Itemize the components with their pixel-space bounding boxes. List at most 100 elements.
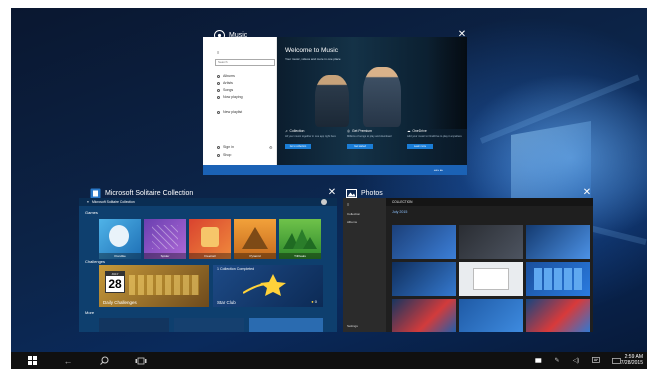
solitaire-more-heading: More [85,310,95,315]
calendar-icon: JULY 28 [105,271,125,293]
photos-nav-albums[interactable]: Albums [347,220,357,224]
go-to-collection-button[interactable]: Go to collection [285,144,311,150]
avatar[interactable] [321,199,327,205]
solitaire-app-bar: ≡ Microsoft Solitaire Collection [79,198,337,206]
photos-month-label: July 2015 [392,210,408,214]
clock-date: 7/28/2015 [620,360,643,367]
star-club-card[interactable]: 1 Collection Completed Star Club ● 0 [213,265,323,307]
more-card[interactable] [249,318,323,332]
music-collection-column: ♫ Collection All your music together in o… [285,129,336,150]
photos-close-icon[interactable]: ✕ [582,188,592,198]
music-nav-sign-in[interactable]: Sign in [217,145,234,149]
desktop-frame: Music ✕ ≡ Search Albums Artists Songs No… [0,0,657,369]
tripeaks-art [283,229,317,249]
pyramid-tile[interactable]: Pyramid [234,219,276,259]
photo-thumbnail[interactable] [459,299,523,332]
songs-icon [217,88,220,92]
solitaire-window-preview[interactable]: ≡ Microsoft Solitaire Collection Games K… [79,198,337,332]
music-nav-albums[interactable]: Albums [217,74,235,78]
star-count: ● 0 [311,299,317,304]
photos-window-preview[interactable]: ≡ Collection Albums Settings COLLECTION … [343,198,593,332]
shop-icon [217,153,220,157]
music-hero-vignette [427,37,467,129]
solitaire-window-title-text: Microsoft Solitaire Collection [105,189,194,197]
star-small-icon: ● [311,299,314,304]
music-hero-artist-photo [315,75,349,127]
artists-icon [217,81,220,85]
gear-icon[interactable]: ⚙ [269,145,273,150]
music-nav-now-playing[interactable]: Now playing [217,95,243,99]
start-tiles-thumbnail-art [534,268,582,290]
learn-more-button[interactable]: Learn more [407,144,433,150]
keyboard-icon[interactable] [611,352,621,369]
spider-tile[interactable]: Spider [144,219,186,259]
volume-icon[interactable]: ◁) [571,352,581,369]
more-card[interactable] [174,318,244,332]
music-nav-artists[interactable]: Artists [217,81,233,85]
photo-thumbnail[interactable] [526,299,590,332]
photo-thumbnail[interactable] [459,225,523,259]
get-started-button[interactable]: Get started [347,144,373,150]
hamburger-icon[interactable]: ≡ [347,202,349,207]
action-center-icon[interactable] [591,352,601,369]
solitaire-challenges-heading: Challenges [85,259,106,264]
daily-challenges-card[interactable]: JULY 28 Daily Challenges [99,265,209,307]
solitaire-games-heading: Games [85,210,98,215]
photo-thumbnail[interactable] [526,262,590,296]
playback-controls-icon[interactable]: ◂◂ ▸ ▸▸ [434,168,443,172]
photo-thumbnail[interactable] [392,299,456,332]
star-icon [243,274,286,296]
taskbar: ← ✎ ◁) 2:59 AM 7/28/2015 [11,352,647,369]
music-nav-new-playlist[interactable]: New playlist [217,110,242,114]
taskbar-clock[interactable]: 2:59 AM 7/28/2015 [621,354,643,367]
music-sidebar: ≡ Search Albums Artists Songs Now playin… [203,37,277,165]
more-card[interactable] [99,318,169,332]
task-view-icon[interactable] [133,352,149,369]
photos-nav: ≡ Collection Albums Settings [343,198,386,332]
battery-icon[interactable] [533,352,543,369]
tripeaks-tile[interactable]: TriPeaks [279,219,321,259]
photo-thumbnail[interactable] [459,262,523,296]
music-hero-subheading: Your music, videos and more in one place [285,57,341,61]
music-now-playing-bar[interactable]: ◂◂ ▸ ▸▸ [203,165,467,175]
music-note-icon: ♫ [285,129,288,133]
photos-nav-collection[interactable]: Collection [347,212,360,216]
solitaire-close-icon[interactable]: ✕ [327,188,337,198]
windows-icon[interactable] [25,352,39,369]
albums-icon [217,74,220,78]
photos-nav-settings[interactable]: Settings [347,324,358,328]
music-onedrive-column: ☁ OneDrive Add your music to OneDrive to … [407,129,462,150]
user-icon [217,145,220,149]
photos-header: COLLECTION [386,198,593,206]
hamburger-icon[interactable]: ≡ [87,200,89,204]
spider-web-art [152,225,178,249]
photos-app-icon [346,188,357,199]
photo-thumbnail[interactable] [392,225,456,259]
dialog-thumbnail-art [473,268,509,290]
solitaire-app-icon [90,188,101,199]
freecell-dragon-art [201,227,219,247]
freecell-tile[interactable]: FreeCell [189,219,231,259]
music-nav-shop[interactable]: Shop [217,153,231,157]
music-premium-column: ◎ Get Premium Millions of songs to play a… [347,129,392,150]
music-hero-artist-photo [363,67,401,127]
groove-icon: ◎ [347,129,350,133]
back-icon[interactable]: ← [61,352,75,369]
photo-thumbnail[interactable] [526,225,590,259]
klondike-tile[interactable]: Klondike [99,219,141,259]
music-nav-songs[interactable]: Songs [217,88,233,92]
now-playing-icon [217,95,220,99]
music-hero: Welcome to Music Your music, videos and … [277,37,467,165]
plus-icon [217,110,220,114]
music-hero-heading: Welcome to Music [285,47,338,54]
coins-art [129,275,199,295]
photos-window-title-text: Photos [361,189,383,197]
search-icon[interactable] [97,352,111,369]
pen-icon[interactable]: ✎ [552,352,562,369]
music-search-input[interactable]: Search [215,59,275,66]
music-window-preview[interactable]: ≡ Search Albums Artists Songs Now playin… [203,37,467,175]
hamburger-icon[interactable]: ≡ [217,50,219,55]
photo-thumbnail[interactable] [392,262,456,296]
pyramid-art [242,227,268,249]
cloud-icon: ☁ [407,129,411,133]
